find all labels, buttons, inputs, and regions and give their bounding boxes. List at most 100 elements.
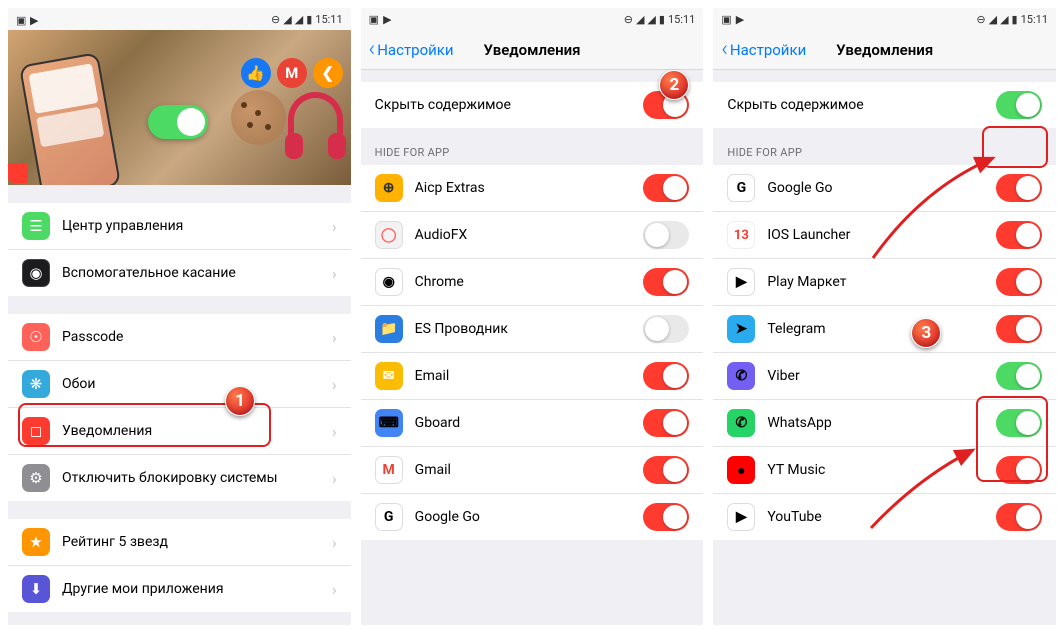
signal-icon: ◢ — [295, 13, 303, 26]
app-name: YT Music — [767, 462, 996, 478]
app-name: Chrome — [415, 274, 644, 290]
app-row[interactable]: ⊕ Aicp Extras — [361, 165, 704, 212]
app-row[interactable]: M Gmail — [361, 447, 704, 494]
section-header: HIDE FOR APP — [713, 146, 1056, 165]
app-row[interactable]: G Google Go — [713, 165, 1056, 212]
app-toggle[interactable] — [643, 221, 689, 249]
settings-row[interactable]: ❋ Обои › — [8, 361, 351, 408]
app-name: AudioFX — [415, 227, 644, 243]
back-button[interactable]: ‹ Настройки — [369, 39, 454, 61]
settings-row[interactable]: ☉ Passcode › — [8, 314, 351, 361]
settings-row[interactable]: ⬇ Другие мои приложения › — [8, 566, 351, 612]
hero-banner: 👍 M ❮ — [8, 30, 351, 185]
hero-toggle-graphic — [148, 105, 208, 139]
page-title: Уведомления — [483, 41, 580, 59]
chevron-right-icon: › — [332, 469, 337, 488]
settings-row[interactable]: ⚙ Отключить блокировку системы › — [8, 455, 351, 501]
app-name: Telegram — [767, 321, 996, 337]
app-row[interactable]: 13 IOS Launcher — [713, 212, 1056, 259]
settings-row[interactable]: ★ Рейтинг 5 звезд › — [8, 519, 351, 566]
app-toggle[interactable] — [643, 174, 689, 202]
settings-row[interactable]: ◻ Уведомления › — [8, 408, 351, 455]
app-row[interactable]: ✆ WhatsApp — [713, 400, 1056, 447]
hide-content-toggle[interactable] — [996, 91, 1042, 119]
app-toggle[interactable] — [643, 268, 689, 296]
app-toggle[interactable] — [996, 503, 1042, 531]
app-row[interactable]: 📁 ES Проводник — [361, 306, 704, 353]
chevron-right-icon: › — [332, 328, 337, 347]
row-label: Другие мои приложения — [62, 581, 332, 597]
row-label: Отключить блокировку системы — [62, 470, 332, 486]
app-name: Viber — [767, 368, 996, 384]
chevron-right-icon: › — [332, 422, 337, 441]
app-name: Gmail — [415, 462, 644, 478]
app-icon: ▶ — [727, 503, 755, 531]
app-toggle[interactable] — [643, 315, 689, 343]
hero-headphones-graphic — [288, 92, 343, 147]
share-button[interactable]: ❮ — [313, 58, 343, 88]
app-name: Google Go — [767, 180, 996, 196]
app-row[interactable]: ◯ AudioFX — [361, 212, 704, 259]
app-icon: ✆ — [727, 362, 755, 390]
back-button[interactable]: ‹ Настройки — [721, 39, 806, 61]
app-row[interactable]: ● YT Music — [713, 447, 1056, 494]
app-row[interactable]: ✆ Viber — [713, 353, 1056, 400]
app-row[interactable]: ▶ YouTube — [713, 494, 1056, 540]
like-button[interactable]: 👍 — [241, 58, 271, 88]
app-icon: 13 — [727, 221, 755, 249]
app-row[interactable]: ⌨ Gboard — [361, 400, 704, 447]
app-name: IOS Launcher — [767, 227, 996, 243]
row-icon: ☰ — [22, 212, 50, 240]
row-label: Passcode — [62, 329, 332, 345]
settings-row[interactable]: ☰ Центр управления › — [8, 203, 351, 250]
status-bar: ▣▶ ⊖◢◢▮15:11 — [713, 8, 1056, 30]
app-icon: ● — [727, 456, 755, 484]
app-icon: ▶ — [727, 268, 755, 296]
app-row[interactable]: ▶ Play Маркет — [713, 259, 1056, 306]
app-toggle[interactable] — [996, 174, 1042, 202]
row-label: Вспомогательное касание — [62, 265, 332, 281]
screenshot-icon: ▣ — [16, 14, 26, 24]
app-toggle[interactable] — [996, 315, 1042, 343]
app-toggle[interactable] — [643, 456, 689, 484]
app-row[interactable]: ➤ Telegram — [713, 306, 1056, 353]
app-toggle[interactable] — [643, 503, 689, 531]
row-icon: ◻ — [22, 417, 50, 445]
app-name: Play Маркет — [767, 274, 996, 290]
app-name: Aicp Extras — [415, 180, 644, 196]
nav-bar: ‹ Настройки Уведомления — [361, 30, 704, 70]
status-bar: ▣▶ ⊖◢◢▮15:11 — [361, 8, 704, 30]
clock: 15:11 — [315, 13, 342, 26]
mail-button[interactable]: M — [277, 58, 307, 88]
phone-settings-main: ▣▶ ⊖ ◢ ◢ ▮ 15:11 👍 M ❮ ☰ Центр — [8, 8, 351, 625]
app-row[interactable]: ✉ Email — [361, 353, 704, 400]
settings-row[interactable]: ◉ Вспомогательное касание › — [8, 250, 351, 296]
app-name: Email — [415, 368, 644, 384]
section-header: HIDE FOR APP — [361, 146, 704, 165]
hide-content-row[interactable]: Скрыть содержимое — [361, 82, 704, 128]
dnd-icon: ⊖ — [271, 13, 280, 26]
app-toggle[interactable] — [996, 456, 1042, 484]
app-name: WhatsApp — [767, 415, 996, 431]
app-toggle[interactable] — [996, 268, 1042, 296]
dnd-icon: ⊖ — [976, 13, 985, 26]
row-icon: ⚙ — [22, 464, 50, 492]
phone-notifications-1: ▣▶ ⊖◢◢▮15:11 ‹ Настройки Уведомления Скр… — [361, 8, 704, 625]
hide-content-row[interactable]: Скрыть содержимое — [713, 82, 1056, 128]
app-name: Gboard — [415, 415, 644, 431]
app-icon: ✆ — [727, 409, 755, 437]
app-icon: ✉ — [375, 362, 403, 390]
app-row[interactable]: G Google Go — [361, 494, 704, 540]
chevron-left-icon: ‹ — [369, 39, 376, 61]
app-toggle[interactable] — [996, 409, 1042, 437]
row-label: Центр управления — [62, 218, 332, 234]
app-toggle[interactable] — [643, 409, 689, 437]
app-row[interactable]: ◉ Chrome — [361, 259, 704, 306]
app-icon: ◉ — [375, 268, 403, 296]
app-toggle[interactable] — [643, 362, 689, 390]
app-toggle[interactable] — [996, 221, 1042, 249]
app-toggle[interactable] — [996, 362, 1042, 390]
app-name: Google Go — [415, 509, 644, 525]
chevron-left-icon: ‹ — [721, 39, 728, 61]
row-icon: ⬇ — [22, 575, 50, 603]
